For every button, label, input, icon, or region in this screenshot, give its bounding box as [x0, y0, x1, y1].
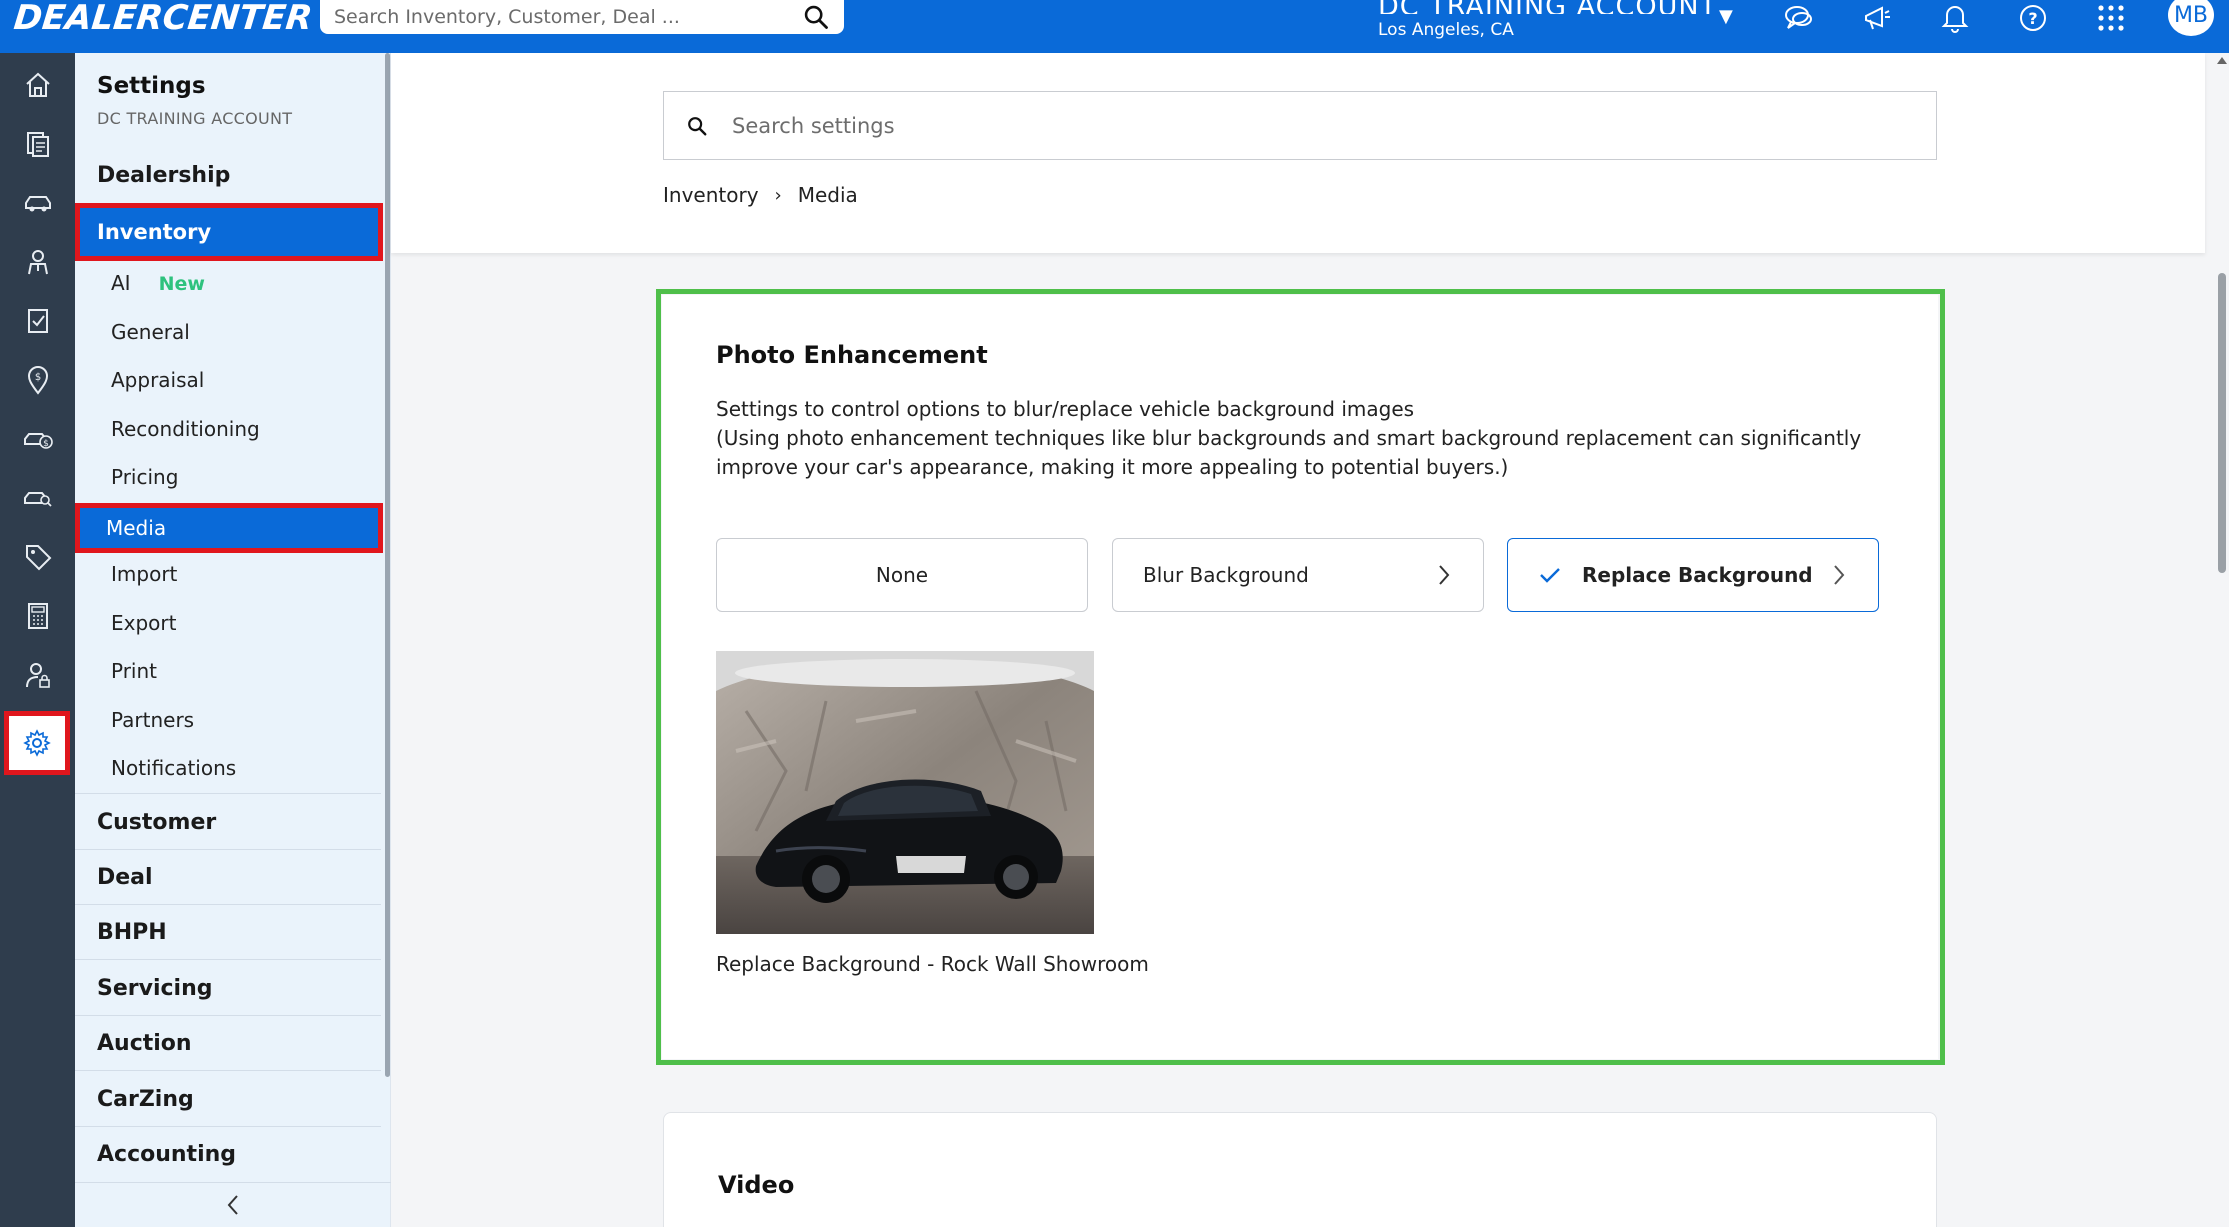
option-none-button[interactable]: None — [716, 538, 1088, 612]
scrollbar-thumb[interactable] — [2218, 273, 2226, 573]
video-card: Video — [663, 1112, 1937, 1227]
global-search-input[interactable]: Search Inventory, Customer, Deal ... — [320, 0, 844, 34]
video-title: Video — [718, 1171, 795, 1199]
car-icon[interactable] — [0, 174, 75, 232]
sidebar-item-dealership[interactable]: Dealership — [97, 163, 230, 188]
megaphone-icon[interactable] — [1857, 0, 1897, 36]
sidebar-subtitle: DC TRAINING ACCOUNT — [97, 109, 293, 128]
documents-icon[interactable] — [0, 115, 75, 173]
sidebar-subitem-general[interactable]: General — [111, 320, 190, 344]
sidebar-subitem-appraisal[interactable]: Appraisal — [111, 368, 204, 392]
sidebar-item-customer[interactable]: Customer — [97, 810, 216, 835]
chevron-down-icon[interactable]: ▼ — [1719, 6, 1733, 27]
chevron-left-icon — [227, 1195, 238, 1215]
account-location: Los Angeles, CA — [1378, 20, 1514, 40]
sidebar-subitem-pricing[interactable]: Pricing — [111, 465, 178, 489]
car-search-icon[interactable] — [0, 469, 75, 527]
person-icon[interactable] — [0, 233, 75, 291]
sidebar-title: Settings — [97, 73, 206, 99]
avatar[interactable]: MB — [2168, 0, 2214, 36]
car-money-icon[interactable]: $ — [0, 410, 75, 468]
sidebar-item-accounting[interactable]: Accounting — [97, 1142, 236, 1167]
svg-text:$: $ — [43, 439, 49, 449]
global-search-placeholder: Search Inventory, Customer, Deal ... — [334, 6, 680, 28]
checklist-icon[interactable] — [0, 292, 75, 350]
tag-icon[interactable] — [0, 528, 75, 586]
home-icon[interactable] — [0, 56, 75, 114]
bell-icon[interactable] — [1935, 0, 1975, 36]
sidebar-subitem-notifications[interactable]: Notifications — [111, 756, 236, 780]
car-showroom-image — [716, 651, 1094, 934]
sidebar-item-inventory[interactable]: Inventory — [75, 203, 383, 261]
sidebar-divider — [75, 904, 381, 905]
calculator-icon[interactable] — [0, 587, 75, 645]
new-badge: New — [158, 273, 205, 295]
scroll-up-arrow-icon[interactable] — [2217, 57, 2227, 64]
chevron-right-icon — [1834, 565, 1845, 585]
breadcrumb: Inventory › Media — [663, 183, 858, 207]
search-icon — [688, 116, 707, 135]
description-line: Settings to control options to blur/repl… — [716, 397, 1415, 421]
sidebar-divider — [75, 1070, 381, 1071]
user-lock-icon[interactable] — [0, 646, 75, 704]
sidebar-item-deal[interactable]: Deal — [97, 865, 153, 890]
top-bar: DEALERCENTER Search Inventory, Customer,… — [0, 0, 2229, 53]
settings-sidebar: Settings DC TRAINING ACCOUNT Dealership … — [75, 53, 391, 1227]
sidebar-subitem-media-label: Media — [106, 516, 167, 540]
dealercenter-logo[interactable]: DEALERCENTER — [12, 0, 314, 38]
chat-icon[interactable] — [1779, 0, 1819, 36]
background-preview-image[interactable] — [716, 651, 1094, 934]
main-content: Search settings Inventory › Media Photo … — [391, 53, 2215, 1227]
sidebar-item-carzing[interactable]: CarZing — [97, 1087, 194, 1112]
preview-caption: Replace Background - Rock Wall Showroom — [716, 952, 1149, 976]
search-icon[interactable] — [802, 3, 830, 31]
option-label: Replace Background — [1582, 563, 1813, 587]
sidebar-subitem-import[interactable]: Import — [111, 562, 177, 586]
account-switcher[interactable]: DC TRAINING ACCOUNT Los Angeles, CA — [1378, 0, 1717, 40]
option-replace-background-button[interactable]: Replace Background — [1507, 538, 1879, 612]
gear-icon[interactable] — [4, 711, 70, 775]
apps-grid-icon[interactable] — [2091, 0, 2131, 36]
settings-search-placeholder: Search settings — [732, 113, 895, 138]
sidebar-item-inventory-label: Inventory — [97, 220, 212, 244]
app-rail: $ $ — [0, 53, 75, 1227]
sidebar-subitem-media[interactable]: Media — [75, 503, 383, 553]
photo-enhancement-title: Photo Enhancement — [716, 341, 988, 369]
chevron-right-icon — [1439, 565, 1450, 585]
description-line: (Using photo enhancement techniques like… — [716, 426, 1862, 479]
sidebar-subitem-print[interactable]: Print — [111, 659, 157, 683]
sidebar-subitem-reconditioning[interactable]: Reconditioning — [111, 417, 260, 441]
sidebar-divider — [75, 793, 381, 794]
sidebar-divider — [75, 1126, 381, 1127]
photo-enhancement-card: Photo Enhancement Settings to control op… — [662, 295, 1938, 1059]
sidebar-subitem-export[interactable]: Export — [111, 611, 176, 635]
photo-enhancement-description: Settings to control options to blur/repl… — [716, 395, 1906, 482]
settings-header: Search settings Inventory › Media — [391, 53, 2205, 253]
sidebar-divider — [75, 1015, 381, 1016]
option-blur-background-button[interactable]: Blur Background — [1112, 538, 1484, 612]
sidebar-divider — [75, 959, 381, 960]
option-label: Blur Background — [1143, 563, 1309, 587]
page-scrollbar[interactable] — [2215, 53, 2229, 1227]
help-icon[interactable]: ? — [2013, 0, 2053, 36]
sidebar-scrollbar[interactable] — [385, 53, 390, 1077]
sidebar-divider — [75, 849, 381, 850]
sidebar-subitem-ai[interactable]: AI New — [111, 271, 205, 295]
collapse-sidebar-button[interactable] — [75, 1182, 391, 1227]
breadcrumb-media: Media — [797, 183, 858, 207]
sidebar-item-servicing[interactable]: Servicing — [97, 976, 213, 1001]
sidebar-subitem-partners[interactable]: Partners — [111, 708, 194, 732]
chevron-right-icon: › — [774, 184, 782, 206]
location-money-icon[interactable]: $ — [0, 351, 75, 409]
sidebar-subitem-label: AI — [111, 271, 131, 295]
sidebar-item-auction[interactable]: Auction — [97, 1031, 192, 1056]
check-icon — [1540, 568, 1560, 583]
account-name: DC TRAINING ACCOUNT — [1378, 0, 1717, 14]
svg-text:$: $ — [34, 372, 40, 383]
breadcrumb-inventory[interactable]: Inventory — [663, 183, 759, 207]
svg-text:?: ? — [2028, 9, 2037, 28]
sidebar-item-bhph[interactable]: BHPH — [97, 920, 167, 945]
settings-search-input[interactable]: Search settings — [663, 91, 1937, 160]
option-label: None — [875, 563, 929, 587]
